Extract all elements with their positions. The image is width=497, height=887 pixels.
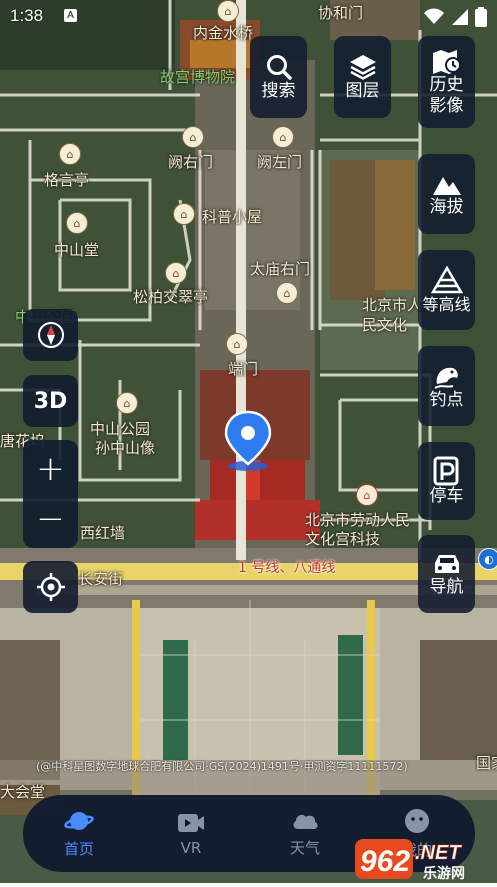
planet-icon <box>64 812 94 830</box>
status-bar: 1:38 A <box>0 0 497 32</box>
nav-home[interactable]: 首页 <box>29 795 129 872</box>
layers-icon <box>349 54 376 80</box>
map-label-kepuxiaowu: 科普小屋 <box>202 208 263 226</box>
poi-marker[interactable]: ⌂ <box>173 203 195 225</box>
history-map-icon <box>432 50 461 74</box>
poi-marker[interactable]: ⌂ <box>276 282 298 304</box>
site-watermark-logo: 962 .NET 乐游网 <box>355 833 497 883</box>
search-icon <box>266 54 292 80</box>
location-pin-icon[interactable] <box>222 410 274 472</box>
compass-button[interactable] <box>23 309 78 361</box>
cloud-icon <box>293 814 318 829</box>
altitude-button[interactable]: 海拔 <box>418 154 475 234</box>
layers-button[interactable]: 图层 <box>334 36 391 118</box>
poi-marker[interactable]: ⌂ <box>116 392 138 414</box>
locate-button[interactable] <box>23 561 78 613</box>
map-label-beijingshirenmin: 北京市人民文化 <box>362 296 422 334</box>
contour-button[interactable]: 等高线 <box>418 250 475 330</box>
map-label-gugongbowuyuan: 故宫博物院 <box>160 68 236 86</box>
map-label-zhongshantang: 中山堂 <box>54 241 100 259</box>
fishing-spot-label: 钓点 <box>429 389 464 410</box>
poi-marker[interactable]: ⌂ <box>165 262 187 284</box>
map-label-laodongrenmin: 北京市劳动人民文化宫科技 <box>305 511 411 548</box>
wifi-icon <box>424 8 444 24</box>
map-label-xihongqiang: 西红墙 <box>80 524 126 542</box>
fish-icon <box>433 367 458 389</box>
status-time: 1:38 <box>10 6 44 25</box>
zoom-out-button[interactable]: − <box>36 494 65 544</box>
navigation-button[interactable]: 导航 <box>418 535 475 613</box>
poi-marker[interactable]: ⌂ <box>182 126 204 148</box>
svg-text:.NET: .NET <box>415 842 462 864</box>
map-label-quezuomen: 阙左门 <box>257 153 303 171</box>
nav-weather-label: 天气 <box>289 839 320 857</box>
history-imagery-button[interactable]: 历史影像 <box>418 36 475 128</box>
contour-label: 等高线 <box>422 294 471 314</box>
parking-button[interactable]: 停车 <box>418 442 475 520</box>
map-label-taimiaoyoumen: 太庙右门 <box>250 260 311 278</box>
mountain-icon <box>432 176 461 195</box>
locate-crosshair-icon <box>36 573 65 601</box>
map-label-duanmen: 端门 <box>228 360 259 378</box>
map-label-metro-line: 1 号线、八通线 <box>238 560 336 576</box>
poi-marker[interactable]: ⌂ <box>66 212 88 234</box>
video-camera-icon <box>178 813 204 832</box>
metro-station-icon[interactable]: ◐ <box>478 548 497 570</box>
parking-icon <box>433 456 458 485</box>
map-label-east: 国家 <box>476 754 497 772</box>
map-label-sunzhongshanxiang: 孙中山像 <box>95 439 156 457</box>
compass-icon <box>37 322 64 348</box>
app-notification-icon: A <box>64 9 77 22</box>
layers-label: 图层 <box>345 80 380 101</box>
contour-icon <box>430 265 463 293</box>
battery-icon <box>475 7 487 27</box>
map-label-changanjie: 长安街 <box>78 570 124 588</box>
poi-marker[interactable]: ⌂ <box>272 126 294 148</box>
map-label-zhongshangongyuan: 中山公园 <box>90 420 151 438</box>
zoom-control: + − <box>23 440 78 548</box>
3d-toggle-button[interactable]: 3D <box>23 375 78 427</box>
map-credit: (@中科星图数字地球合肥有限公司·GS(2024)1491号·甲测资字11111… <box>36 760 408 773</box>
parking-label: 停车 <box>429 485 464 506</box>
search-button[interactable]: 搜索 <box>250 36 307 118</box>
map-label-queyoumen: 阙右门 <box>168 153 214 171</box>
map-label-songbaijiaocuiting: 松柏交翠亭 <box>133 288 209 306</box>
map-label-gejinting: 格言亭 <box>44 171 90 189</box>
nav-vr[interactable]: VR <box>141 795 241 872</box>
poi-marker[interactable]: ⌂ <box>356 484 378 506</box>
zoom-in-button[interactable]: + <box>36 444 65 494</box>
signal-icon <box>452 9 468 25</box>
fishing-spot-button[interactable]: 钓点 <box>418 346 475 426</box>
nav-vr-label: VR <box>180 838 202 857</box>
nav-weather[interactable]: 天气 <box>255 795 355 872</box>
car-icon <box>434 554 459 573</box>
history-imagery-label: 历史影像 <box>429 75 464 116</box>
svg-text:962: 962 <box>360 845 410 878</box>
navigation-label: 导航 <box>429 576 464 597</box>
altitude-label: 海拔 <box>429 196 464 217</box>
svg-text:乐游网: 乐游网 <box>423 865 465 882</box>
nav-home-label: 首页 <box>63 840 94 858</box>
poi-marker[interactable]: ⌂ <box>226 333 248 355</box>
user-face-icon <box>405 809 429 833</box>
search-label: 搜索 <box>261 80 296 101</box>
poi-marker[interactable]: ⌂ <box>59 143 81 165</box>
